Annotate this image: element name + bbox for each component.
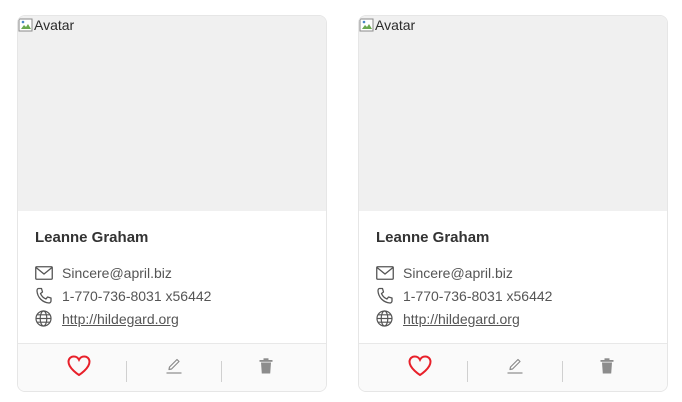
card-body: Leanne Graham Sincere@april.biz 1-770-73… bbox=[376, 228, 655, 330]
phone-text: 1-770-736-8031 x56442 bbox=[62, 287, 212, 304]
avatar-cover: Avatar bbox=[359, 16, 667, 211]
website-link[interactable]: http://hildegard.org bbox=[62, 311, 179, 327]
edit-button[interactable] bbox=[505, 356, 525, 380]
avatar-image: Avatar bbox=[18, 16, 74, 34]
action-divider bbox=[221, 361, 222, 382]
website-row: http://hildegard.org bbox=[376, 307, 655, 330]
avatar-cover: Avatar bbox=[18, 16, 326, 211]
email-row: Sincere@april.biz bbox=[376, 261, 655, 284]
broken-image-icon bbox=[18, 17, 34, 33]
phone-icon bbox=[35, 287, 55, 305]
delete-button[interactable] bbox=[599, 356, 615, 380]
globe-icon bbox=[35, 310, 55, 328]
edit-button[interactable] bbox=[164, 356, 184, 380]
user-name: Leanne Graham bbox=[35, 229, 149, 246]
trash-icon bbox=[600, 357, 614, 379]
card-actions bbox=[359, 343, 667, 391]
delete-button[interactable] bbox=[258, 356, 274, 380]
website-row: http://hildegard.org bbox=[35, 307, 314, 330]
email-text: Sincere@april.biz bbox=[62, 264, 172, 281]
phone-row: 1-770-736-8031 x56442 bbox=[376, 284, 655, 307]
email-row: Sincere@april.biz bbox=[35, 261, 314, 284]
avatar-image: Avatar bbox=[359, 16, 415, 34]
phone-row: 1-770-736-8031 x56442 bbox=[35, 284, 314, 307]
action-divider bbox=[562, 361, 563, 382]
like-button[interactable] bbox=[408, 354, 432, 382]
mail-icon bbox=[376, 264, 396, 282]
phone-icon bbox=[376, 287, 396, 305]
edit-icon bbox=[506, 357, 524, 380]
phone-text: 1-770-736-8031 x56442 bbox=[403, 287, 553, 304]
website-link[interactable]: http://hildegard.org bbox=[403, 311, 520, 327]
edit-icon bbox=[165, 357, 183, 380]
user-card: Avatar Leanne Graham Sincere@april.biz 1… bbox=[17, 15, 327, 392]
trash-icon bbox=[259, 357, 273, 379]
like-button[interactable] bbox=[67, 354, 91, 382]
heart-icon bbox=[67, 354, 91, 382]
card-actions bbox=[18, 343, 326, 391]
user-card: Avatar Leanne Graham Sincere@april.biz 1… bbox=[358, 15, 668, 392]
globe-icon bbox=[376, 310, 396, 328]
mail-icon bbox=[35, 264, 55, 282]
avatar-alt-text: Avatar bbox=[375, 17, 416, 33]
card-body: Leanne Graham Sincere@april.biz 1-770-73… bbox=[35, 228, 314, 330]
action-divider bbox=[467, 361, 468, 382]
action-divider bbox=[126, 361, 127, 382]
heart-icon bbox=[408, 354, 432, 382]
email-text: Sincere@april.biz bbox=[403, 264, 513, 281]
broken-image-icon bbox=[359, 17, 375, 33]
user-name: Leanne Graham bbox=[376, 229, 490, 246]
avatar-alt-text: Avatar bbox=[34, 17, 75, 33]
